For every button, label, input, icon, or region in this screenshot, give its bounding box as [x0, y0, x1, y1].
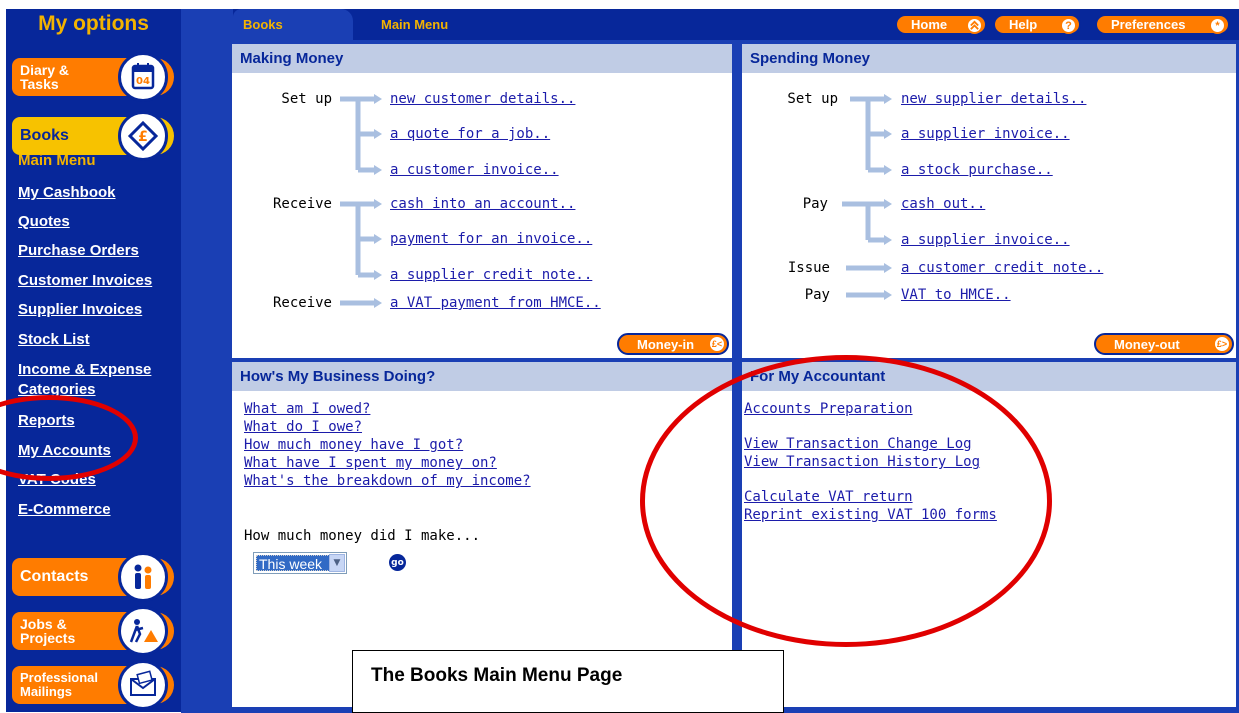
home-button[interactable]: Home [895, 14, 987, 35]
link-what-am-i-owed[interactable]: What am I owed? [244, 400, 531, 418]
accountant-panel: For My Accountant Accounts Preparation V… [742, 362, 1236, 707]
link-customer-invoice[interactable]: a customer invoice.. [390, 161, 559, 179]
professional-mailings-button[interactable]: Professional Mailings [12, 660, 174, 710]
accountant-title: For My Accountant [742, 362, 1236, 391]
sidebar-subtitle: Main Menu [18, 152, 96, 169]
home-label: Home [911, 17, 948, 32]
jobs-projects-label: Jobs & Projects [20, 616, 76, 646]
accountant-link-list: Accounts Preparation View Transaction Ch… [744, 400, 997, 524]
calendar-icon: 04 [118, 52, 168, 102]
business-link-list: What am I owed? What do I owe? How much … [244, 400, 531, 490]
sidebar-title: My options [38, 12, 149, 35]
nav-e-commerce[interactable]: E-Commerce [18, 500, 178, 520]
nav-income-expense-categories[interactable]: Income & Expense Categories [18, 360, 178, 400]
link-reprint-vat-100-forms[interactable]: Reprint existing VAT 100 forms [744, 506, 997, 524]
nav-customer-invoices[interactable]: Customer Invoices [18, 271, 178, 291]
calendar-icon-date: 04 [136, 76, 150, 87]
main-area: Books Main Menu Home Help ? Preferences … [181, 9, 1239, 713]
people-icon [118, 552, 168, 602]
making-receive-label: Receive [272, 196, 332, 212]
caption-box: The Books Main Menu Page [352, 650, 784, 713]
making-setup-label: Set up [281, 91, 332, 107]
spending-money-panel: Spending Money Set up Pay Issue Pay new … [742, 44, 1236, 358]
sidebar: My options Diary & Tasks 04 Books £ Main… [6, 9, 181, 712]
spending-pay-label: Pay [802, 196, 828, 212]
home-chevron-up-icon [966, 17, 983, 34]
envelope-icon [118, 660, 168, 710]
link-how-much-money[interactable]: How much money have I got? [244, 436, 531, 454]
link-quote-for-job[interactable]: a quote for a job.. [390, 125, 550, 143]
link-cash-into-account[interactable]: cash into an account.. [390, 195, 575, 213]
link-transaction-change-log[interactable]: View Transaction Change Log [744, 435, 997, 453]
money-in-label: Money-in [637, 336, 695, 352]
nav-purchase-orders[interactable]: Purchase Orders [18, 241, 178, 261]
nav-stock-list[interactable]: Stock List [18, 330, 178, 350]
help-label: Help [1009, 17, 1038, 32]
books-label: Books [20, 127, 69, 144]
spending-setup-label: Set up [787, 91, 838, 107]
preferences-button[interactable]: Preferences * [1095, 14, 1230, 35]
professional-mailings-label: Professional Mailings [20, 670, 99, 699]
link-supplier-invoice-pay[interactable]: a supplier invoice.. [901, 231, 1070, 249]
diary-tasks-button[interactable]: Diary & Tasks 04 [12, 52, 174, 102]
link-what-have-i-spent[interactable]: What have I spent my money on? [244, 454, 531, 472]
link-income-breakdown[interactable]: What's the breakdown of my income? [244, 472, 531, 490]
money-out-label: Money-out [1114, 336, 1180, 352]
preferences-asterisk-icon: * [1209, 17, 1226, 34]
period-select[interactable]: This week ▼ [253, 552, 347, 574]
spending-pay-vat-label: Pay [804, 287, 830, 303]
money-in-button[interactable]: Money-in £< [617, 333, 729, 355]
link-what-do-i-owe[interactable]: What do I owe? [244, 418, 531, 436]
jobs-projects-button[interactable]: Jobs & Projects [12, 606, 174, 656]
link-stock-purchase[interactable]: a stock purchase.. [901, 161, 1053, 179]
link-accounts-preparation[interactable]: Accounts Preparation [744, 400, 997, 418]
making-receive-vat-label: Receive [272, 295, 332, 311]
help-button[interactable]: Help ? [993, 14, 1081, 35]
spending-issue-label: Issue [787, 260, 830, 276]
link-new-supplier-details[interactable]: new supplier details.. [901, 90, 1086, 108]
link-transaction-history-log[interactable]: View Transaction History Log [744, 453, 997, 471]
link-supplier-invoice-setup[interactable]: a supplier invoice.. [901, 125, 1070, 143]
business-title: How's My Business Doing? [232, 362, 732, 391]
money-out-button[interactable]: Money-out £> [1094, 333, 1234, 355]
link-vat-payment-from-hmce[interactable]: a VAT payment from HMCE.. [390, 294, 601, 312]
contacts-label: Contacts [20, 568, 89, 585]
nav-supplier-invoices[interactable]: Supplier Invoices [18, 300, 178, 320]
svg-text:£: £ [138, 129, 148, 145]
nav-reports[interactable]: Reports [18, 411, 178, 431]
money-in-icon: £< [708, 335, 726, 353]
link-supplier-credit-note[interactable]: a supplier credit note.. [390, 266, 592, 284]
link-new-customer-details[interactable]: new customer details.. [390, 90, 575, 108]
help-question-icon: ? [1060, 17, 1077, 34]
making-money-panel: Making Money Set up Receive Receive new … [232, 44, 732, 358]
period-select-value: This week [256, 555, 330, 572]
link-customer-credit-note[interactable]: a customer credit note.. [901, 259, 1103, 277]
worker-icon [118, 606, 168, 656]
pound-book-icon: £ [118, 111, 168, 161]
link-vat-to-hmce[interactable]: VAT to HMCE.. [901, 286, 1011, 304]
nav-my-cashbook[interactable]: My Cashbook [18, 183, 178, 203]
nav-vat-codes[interactable]: VAT Codes [18, 470, 178, 490]
nav-my-accounts[interactable]: My Accounts [18, 441, 178, 461]
link-calculate-vat-return[interactable]: Calculate VAT return [744, 488, 997, 506]
preferences-label: Preferences [1111, 17, 1186, 32]
go-button[interactable]: go [389, 554, 406, 571]
diary-tasks-label: Diary & Tasks [20, 62, 70, 92]
link-cash-out[interactable]: cash out.. [901, 195, 985, 213]
contacts-button[interactable]: Contacts [12, 552, 174, 602]
link-payment-for-invoice[interactable]: payment for an invoice.. [390, 230, 592, 248]
tab-books[interactable]: Books [233, 9, 353, 42]
money-out-icon: £> [1213, 335, 1231, 353]
books-button[interactable]: Books £ [12, 111, 174, 161]
money-made-question: How much money did I make... [244, 528, 481, 544]
chevron-down-icon[interactable]: ▼ [329, 554, 345, 572]
nav-quotes[interactable]: Quotes [18, 212, 178, 232]
tab-main-menu[interactable]: Main Menu [381, 17, 448, 32]
